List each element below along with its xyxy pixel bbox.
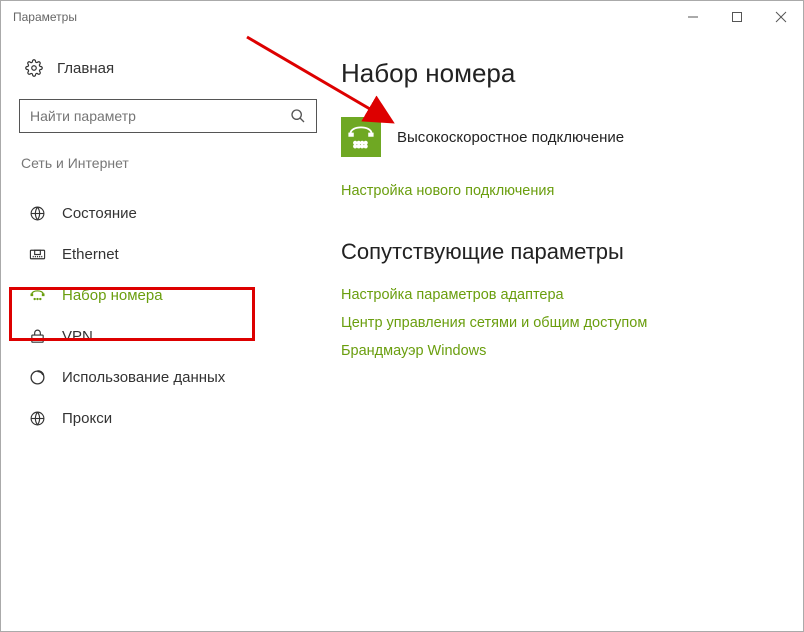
phone-icon bbox=[341, 117, 381, 157]
sidebar-item-label: Ethernet bbox=[62, 246, 119, 263]
sidebar-item-data-usage[interactable]: Использование данных bbox=[19, 357, 259, 398]
sidebar-item-dialup[interactable]: Набор номера bbox=[19, 275, 259, 316]
nav-list: Состояние Ethernet Набор номера VPN bbox=[19, 193, 331, 439]
maximize-button[interactable] bbox=[715, 1, 759, 33]
sidebar-item-label: VPN bbox=[62, 328, 93, 345]
window-title: Параметры bbox=[13, 10, 77, 24]
category-header: Сеть и Интернет bbox=[19, 155, 331, 171]
search-input[interactable] bbox=[30, 108, 290, 124]
window-controls bbox=[671, 1, 803, 33]
vpn-icon bbox=[29, 328, 46, 345]
sidebar-item-ethernet[interactable]: Ethernet bbox=[19, 234, 259, 275]
sidebar-item-label: Набор номера bbox=[62, 287, 163, 304]
related-title: Сопутствующие параметры bbox=[341, 239, 783, 265]
home-row[interactable]: Главная bbox=[19, 51, 331, 85]
firewall-link[interactable]: Брандмауэр Windows bbox=[341, 343, 783, 359]
sidebar-item-label: Состояние bbox=[62, 205, 137, 222]
data-usage-icon bbox=[29, 369, 46, 386]
network-center-link[interactable]: Центр управления сетями и общим доступом bbox=[341, 315, 783, 331]
sidebar-item-vpn[interactable]: VPN bbox=[19, 316, 259, 357]
adapter-settings-link[interactable]: Настройка параметров адаптера bbox=[341, 287, 783, 303]
status-icon bbox=[29, 205, 46, 222]
proxy-icon bbox=[29, 410, 46, 427]
sidebar-item-label: Прокси bbox=[62, 410, 112, 427]
connection-label: Высокоскоростное подключение bbox=[397, 129, 624, 146]
main-content: Набор номера Высокоскоростное подключени… bbox=[331, 33, 803, 631]
sidebar-item-proxy[interactable]: Прокси bbox=[19, 398, 259, 439]
sidebar-item-status[interactable]: Состояние bbox=[19, 193, 259, 234]
titlebar: Параметры bbox=[1, 1, 803, 33]
dialup-icon bbox=[29, 287, 46, 304]
search-icon bbox=[290, 108, 306, 124]
page-title: Набор номера bbox=[341, 58, 783, 89]
minimize-button[interactable] bbox=[671, 1, 715, 33]
home-label: Главная bbox=[57, 60, 114, 77]
search-box[interactable] bbox=[19, 99, 317, 133]
sidebar: Главная Сеть и Интернет Состояние Ethern… bbox=[1, 33, 331, 631]
sidebar-item-label: Использование данных bbox=[62, 369, 225, 386]
ethernet-icon bbox=[29, 246, 46, 263]
new-connection-link[interactable]: Настройка нового подключения bbox=[341, 183, 783, 199]
close-button[interactable] bbox=[759, 1, 803, 33]
connection-item[interactable]: Высокоскоростное подключение bbox=[341, 117, 783, 157]
gear-icon bbox=[25, 59, 43, 77]
